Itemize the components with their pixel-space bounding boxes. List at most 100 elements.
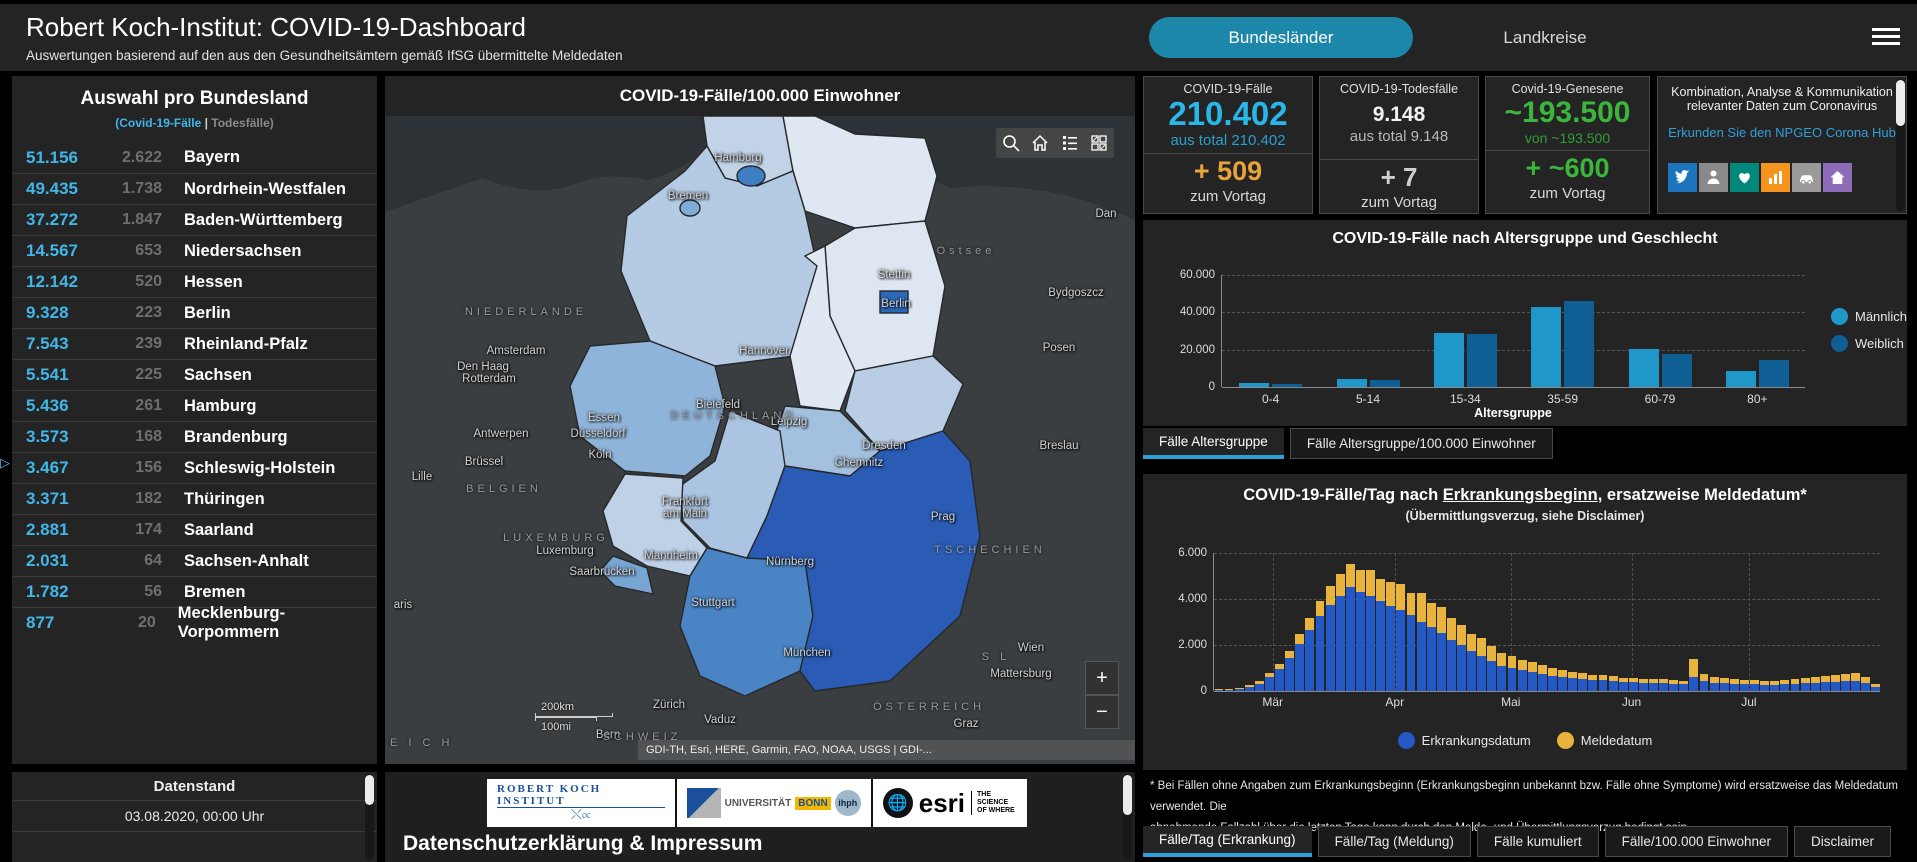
daily-bar[interactable] [1830, 675, 1840, 691]
age-bar-männlich[interactable] [1336, 379, 1367, 387]
daily-bar[interactable] [1487, 646, 1497, 691]
map-state-baden-wuerttemberg[interactable] [679, 547, 814, 697]
germany-map[interactable] [385, 115, 1135, 764]
daily-bar[interactable] [1224, 689, 1234, 691]
daily-bar[interactable] [1618, 678, 1628, 691]
home-icon[interactable] [1823, 163, 1852, 192]
daily-bar[interactable] [1436, 607, 1446, 691]
daily-bar[interactable] [1315, 601, 1325, 691]
daily-bar[interactable] [1719, 678, 1729, 691]
daily-bar[interactable] [1406, 593, 1416, 691]
daily-bar[interactable] [1517, 660, 1527, 691]
daily-bar[interactable] [1628, 678, 1638, 691]
daily-bar[interactable] [1548, 668, 1557, 691]
daily-bar[interactable] [1750, 680, 1759, 691]
datenstand-scrollbar[interactable] [365, 774, 374, 860]
bundesland-row[interactable]: 5.436 261 Hamburg [12, 390, 377, 421]
daily-bar[interactable] [1760, 681, 1770, 691]
impressum-heading[interactable]: Datenschutzerklärung & Impressum [403, 832, 762, 856]
daily-bar[interactable] [1254, 681, 1264, 691]
tab-fälle-100-000-einwohner[interactable]: Fälle/100.000 Einwohner [1604, 826, 1789, 857]
age-bar-männlich[interactable] [1725, 371, 1756, 387]
daily-bar[interactable] [1598, 675, 1608, 691]
daily-bar[interactable] [1588, 675, 1598, 691]
daily-bar[interactable] [1578, 673, 1588, 691]
tab-fälle-altersgruppe-100-000-einwohner[interactable]: Fälle Altersgruppe/100.000 Einwohner [1289, 428, 1553, 459]
daily-bar[interactable] [1416, 593, 1426, 691]
daily-bar[interactable] [1638, 679, 1648, 691]
bundesland-row[interactable]: 14.567 653 Niedersachsen [12, 235, 377, 266]
map-state-bremen[interactable] [679, 199, 701, 217]
daily-bar[interactable] [1729, 679, 1739, 691]
bundesland-row[interactable]: 1.782 56 Bremen [12, 576, 377, 607]
bundesland-row[interactable]: 49.435 1.738 Nordrhein-Westfalen [12, 173, 377, 204]
tab-fälle-altersgruppe[interactable]: Fälle Altersgruppe [1143, 428, 1284, 459]
legend-item[interactable]: Weiblich [1831, 335, 1907, 352]
daily-bar[interactable] [1780, 680, 1790, 691]
daily-bar[interactable] [1841, 674, 1850, 691]
legend-item[interactable]: Erkrankungsdatum [1397, 732, 1531, 749]
daily-bar[interactable] [1335, 574, 1345, 691]
daily-bar[interactable] [1740, 680, 1749, 691]
bundesland-row[interactable]: 877 20 Mecklenburg-Vorpommern [12, 604, 377, 641]
daily-bar[interactable] [1659, 679, 1669, 691]
daily-bar[interactable] [1426, 603, 1436, 691]
daily-title-link[interactable]: Erkrankungsbeginn [1443, 486, 1598, 504]
bundesland-row[interactable]: 12.142 520 Hessen [12, 266, 377, 297]
daily-bar[interactable] [1244, 685, 1254, 691]
bundesland-row[interactable]: 3.573 168 Brandenburg [12, 421, 377, 452]
daily-bar[interactable] [1527, 662, 1537, 691]
daily-bar[interactable] [1457, 625, 1466, 691]
daily-bar[interactable] [1345, 564, 1355, 691]
tab-bundeslaender[interactable]: Bundesländer [1149, 17, 1413, 58]
hamburger-menu-icon[interactable] [1872, 24, 1900, 48]
daily-bar[interactable] [1537, 665, 1547, 691]
age-bar-männlich[interactable] [1531, 307, 1562, 387]
daily-bar[interactable] [1709, 677, 1719, 691]
tab-disclaimer[interactable]: Disclaimer [1794, 826, 1892, 857]
twitter-bird-icon[interactable] [1668, 163, 1697, 192]
daily-bar[interactable] [1851, 673, 1861, 691]
daily-bar[interactable] [1669, 680, 1679, 691]
daily-bar[interactable] [1871, 684, 1881, 691]
bundesland-row[interactable]: 2.031 64 Sachsen-Anhalt [12, 545, 377, 576]
daily-bar[interactable] [1800, 678, 1810, 691]
impressum-scrollbar[interactable] [1123, 774, 1132, 860]
daily-bar[interactable] [1861, 677, 1871, 691]
daily-bar[interactable] [1497, 653, 1507, 691]
daily-bar[interactable] [1295, 634, 1305, 691]
bundesland-row[interactable]: 2.881 174 Saarland [12, 514, 377, 545]
map-legend-list-icon[interactable] [1060, 133, 1080, 153]
age-bar-männlich[interactable] [1628, 349, 1659, 387]
bundesland-row[interactable]: 9.328 223 Berlin [12, 297, 377, 328]
panel-expand-arrow-icon[interactable]: ▷ [0, 455, 10, 471]
daily-bar[interactable] [1679, 681, 1689, 691]
age-bar-weiblich[interactable] [1661, 354, 1692, 387]
daily-bar[interactable] [1770, 681, 1780, 691]
person-icon[interactable] [1699, 163, 1728, 192]
daily-bar[interactable] [1214, 689, 1224, 691]
daily-bar[interactable] [1649, 679, 1658, 691]
legend-item[interactable]: Meldedatum [1556, 732, 1652, 749]
daily-bar[interactable] [1396, 584, 1406, 691]
zoom-out-button[interactable]: − [1085, 695, 1119, 729]
npgeo-scrollbar[interactable] [1896, 79, 1905, 211]
age-bar-weiblich[interactable] [1369, 380, 1400, 387]
daily-bar[interactable] [1386, 582, 1396, 691]
tab-landkreise[interactable]: Landkreise [1480, 17, 1610, 58]
bundesland-row[interactable]: 5.541 225 Sachsen [12, 359, 377, 390]
age-bar-männlich[interactable] [1433, 333, 1464, 387]
daily-bar[interactable] [1477, 638, 1487, 691]
bundesland-row[interactable]: 7.543 239 Rheinland-Pfalz [12, 328, 377, 359]
daily-bar[interactable] [1558, 670, 1567, 691]
daily-bar[interactable] [1820, 676, 1830, 691]
heart-hands-icon[interactable] [1730, 163, 1759, 192]
map-state-berlin[interactable] [879, 290, 909, 314]
daily-bar[interactable] [1325, 586, 1335, 691]
age-bar-weiblich[interactable] [1272, 384, 1303, 387]
bundesland-row[interactable]: 51.156 2.622 Bayern [12, 142, 377, 173]
tab-fälle-tag-meldung-[interactable]: Fälle/Tag (Meldung) [1317, 826, 1471, 857]
chart-icon[interactable] [1761, 163, 1790, 192]
daily-bar[interactable] [1376, 579, 1386, 691]
daily-bar[interactable] [1446, 618, 1456, 691]
